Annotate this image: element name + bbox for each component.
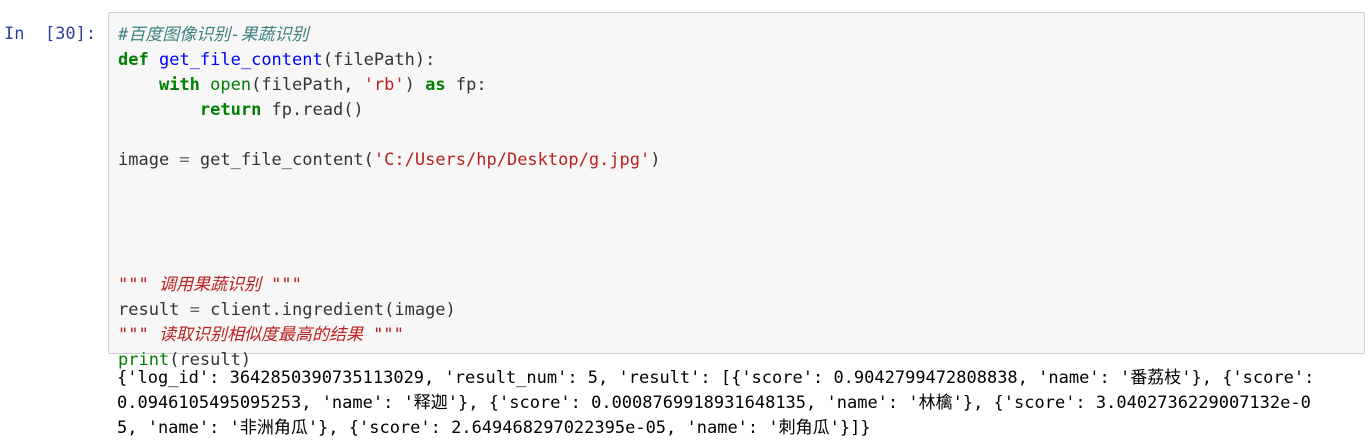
output-line: 0.0946105495095253, 'name': '释迦'}, {'sco… [117, 393, 1311, 413]
code-line: image = get_file_content('C:/Users/hp/De… [118, 148, 661, 173]
code-token: return [199, 100, 262, 120]
code-text[interactable]: #百度图像识别-果蔬识别 def get_file_content(filePat… [118, 23, 661, 373]
code-token: as [425, 75, 446, 95]
code-token: with [158, 75, 200, 95]
code-token: client.ingredient(image) [199, 300, 456, 320]
code-line: def get_file_content(filePath): [118, 48, 661, 73]
code-token: 'rb' [363, 75, 405, 95]
code-line: """ 读取识别相似度最高的结果 """ [118, 323, 661, 348]
code-line: result = client.ingredient(image) [118, 298, 661, 323]
output-line: 5, 'name': '非洲角瓜'}, {'score': 2.64946829… [117, 418, 871, 438]
code-token: """ 读取识别相似度最高的结果 """ [118, 325, 404, 345]
output-line: {'log_id': 3642850390735113029, 'result_… [117, 368, 1315, 388]
code-line: """ 调用果蔬识别 """ [118, 273, 661, 298]
code-token: 'C:/Users/hp/Desktop/g.jpg' [373, 150, 651, 170]
input-prompt: In [30]: [4, 24, 97, 44]
code-token: ) [650, 150, 661, 170]
code-token: fp.read() [261, 100, 364, 120]
notebook-code-cell: In [30]: #百度图像识别-果蔬识别 def get_file_conten… [0, 0, 1371, 444]
code-token: open [210, 75, 252, 95]
code-line: with open(filePath, 'rb') as fp: [118, 73, 661, 98]
code-token: fp: [445, 75, 487, 95]
code-line: #百度图像识别-果蔬识别 [118, 23, 661, 48]
code-token: #百度图像识别-果蔬识别 [118, 25, 309, 45]
code-token: ) [404, 75, 426, 95]
code-token: image [118, 150, 180, 170]
code-token: result [118, 300, 190, 320]
cell-output: {'log_id': 3642850390735113029, 'result_… [117, 366, 1367, 441]
code-line: return fp.read() [118, 98, 661, 123]
code-token: (filePath, [251, 75, 364, 95]
code-token: """ 调用果蔬识别 """ [118, 275, 302, 295]
code-editor[interactable]: #百度图像识别-果蔬识别 def get_file_content(filePat… [108, 12, 1365, 370]
code-token: def [118, 50, 149, 70]
code-token: = [189, 300, 200, 320]
code-token: (filePath): [322, 50, 436, 70]
code-token: = [179, 150, 190, 170]
code-token: get_file_content( [189, 150, 374, 170]
code-token: get_file_content [158, 50, 323, 70]
